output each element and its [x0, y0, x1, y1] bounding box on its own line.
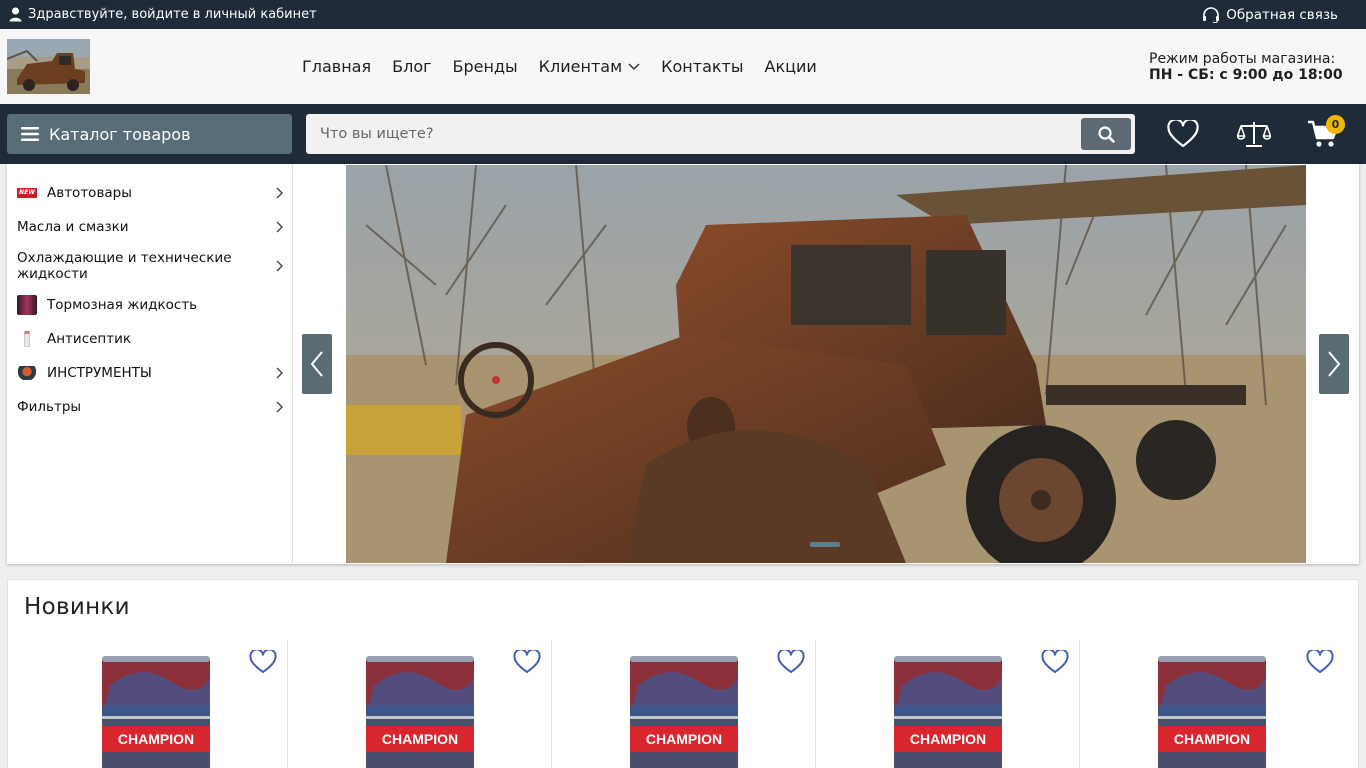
heart-icon[interactable]: [1306, 650, 1334, 674]
chevron-right-icon: [276, 187, 283, 199]
compare-button[interactable]: [1237, 118, 1271, 150]
header: Главная Блог Бренды Клиентам Контакты Ак…: [0, 29, 1366, 104]
main-nav: Главная Блог Бренды Клиентам Контакты Ак…: [302, 29, 817, 104]
chevron-down-icon: [628, 62, 640, 70]
slider-prev-button[interactable]: [302, 334, 332, 394]
user-icon: [9, 7, 22, 22]
section-title: Новинки: [24, 594, 130, 620]
category-item-antiseptic[interactable]: Антисептик: [7, 322, 292, 356]
product-image[interactable]: CHAMPION: [892, 656, 1004, 768]
nav-item-brands[interactable]: Бренды: [453, 57, 518, 76]
category-sidebar: NEW Автотовары Масла и смазки Охлаждающи…: [7, 164, 293, 564]
category-label: Масла и смазки: [17, 219, 129, 235]
nav-item-clients[interactable]: Клиентам: [539, 57, 640, 76]
product-image[interactable]: CHAMPION: [364, 656, 476, 768]
nav-item-blog[interactable]: Блог: [392, 57, 431, 76]
store-hours: Режим работы магазина: ПН - СБ: с 9:00 д…: [1149, 51, 1343, 83]
product-brand-label: CHAMPION: [646, 731, 722, 747]
cart-count-badge: 0: [1326, 115, 1345, 134]
category-label: Автотовары: [47, 185, 132, 201]
chevron-right-icon: [276, 260, 283, 272]
antiseptic-thumb: [24, 331, 30, 347]
store-hours-value: ПН - СБ: с 9:00 до 18:00: [1149, 67, 1343, 83]
search-box: [306, 114, 1135, 154]
search-icon: [1097, 125, 1115, 143]
product-card[interactable]: CHAMPION: [1080, 640, 1344, 768]
brake-fluid-thumb: [17, 295, 37, 315]
banner-slider: [294, 164, 1359, 564]
heart-icon[interactable]: [777, 650, 805, 674]
product-card[interactable]: CHAMPION: [24, 640, 288, 768]
cart-button[interactable]: 0: [1306, 115, 1345, 150]
feedback-link[interactable]: Обратная связь: [1202, 0, 1338, 29]
login-link[interactable]: Здравствуйте, войдите в личный кабинет: [9, 0, 317, 29]
scales-icon: [1237, 122, 1271, 147]
category-label: Охлаждающие и технические жидкости: [17, 250, 232, 282]
nav-item-clients-label: Клиентам: [538, 57, 623, 76]
new-badge-icon: NEW: [17, 188, 37, 198]
catalog-button[interactable]: Каталог товаров: [7, 114, 292, 154]
heart-icon[interactable]: [513, 650, 541, 674]
product-brand-label: CHAMPION: [910, 731, 986, 747]
chevron-right-icon: [276, 367, 283, 379]
category-item-brake-fluid[interactable]: Тормозная жидкость: [7, 288, 292, 322]
heart-icon: [1167, 120, 1199, 148]
login-text[interactable]: Здравствуйте, войдите в личный кабинет: [28, 7, 317, 22]
slider-dot-active[interactable]: [810, 542, 840, 547]
new-arrivals-section: Новинки CHAMPION CHAMPION CHAMPION CHAMP…: [7, 579, 1359, 768]
product-card[interactable]: CHAMPION: [552, 640, 816, 768]
slider-next-button[interactable]: [1319, 334, 1349, 394]
chevron-right-icon: [276, 401, 283, 413]
search-input[interactable]: [306, 114, 1076, 154]
main-area: NEW Автотовары Масла и смазки Охлаждающи…: [7, 164, 1359, 564]
rusty-truck-photo: [346, 165, 1306, 563]
product-card[interactable]: CHAMPION: [816, 640, 1080, 768]
category-item-auto[interactable]: NEW Автотовары: [7, 176, 292, 210]
category-label: Антисептик: [47, 331, 132, 347]
chevron-right-icon: [1328, 351, 1341, 377]
category-label: Тормозная жидкость: [47, 297, 198, 313]
wishlist-button[interactable]: [1166, 118, 1200, 150]
product-brand-label: CHAMPION: [118, 731, 194, 747]
heart-icon[interactable]: [249, 650, 277, 674]
product-image[interactable]: CHAMPION: [1156, 656, 1268, 768]
product-image[interactable]: CHAMPION: [628, 656, 740, 768]
headset-icon: [1203, 6, 1220, 23]
top-bar: Здравствуйте, войдите в личный кабинет О…: [0, 0, 1366, 29]
hamburger-icon: [21, 127, 39, 141]
category-item-filters[interactable]: Фильтры: [7, 390, 292, 424]
category-item-tools[interactable]: ИНСТРУМЕНТЫ: [7, 356, 292, 390]
store-hours-label: Режим работы магазина:: [1149, 51, 1336, 67]
banner-image-rusty-truck[interactable]: [346, 165, 1306, 563]
category-label: ИНСТРУМЕНТЫ: [47, 365, 152, 381]
nav-item-promotions[interactable]: Акции: [765, 57, 817, 76]
tools-thumb: [17, 366, 37, 380]
category-label: Фильтры: [17, 399, 82, 415]
feedback-text[interactable]: Обратная связь: [1226, 7, 1338, 23]
category-item-oils[interactable]: Масла и смазки: [7, 210, 292, 244]
chevron-right-icon: [276, 221, 283, 233]
product-card[interactable]: CHAMPION: [288, 640, 552, 768]
nav-item-home[interactable]: Главная: [302, 57, 371, 76]
nav-item-contacts[interactable]: Контакты: [661, 57, 743, 76]
site-logo[interactable]: [7, 39, 90, 94]
rusty-truck-logo-image: [7, 39, 90, 94]
product-image[interactable]: CHAMPION: [100, 656, 212, 768]
catalog-button-label: Каталог товаров: [49, 124, 191, 144]
product-brand-label: CHAMPION: [1174, 731, 1250, 747]
search-button[interactable]: [1081, 118, 1131, 150]
category-item-coolants[interactable]: Охлаждающие и технические жидкости: [7, 244, 292, 288]
chevron-left-icon: [310, 351, 323, 377]
product-brand-label: CHAMPION: [382, 731, 458, 747]
search-bar: Каталог товаров 0: [0, 104, 1366, 164]
heart-icon[interactable]: [1041, 650, 1069, 674]
